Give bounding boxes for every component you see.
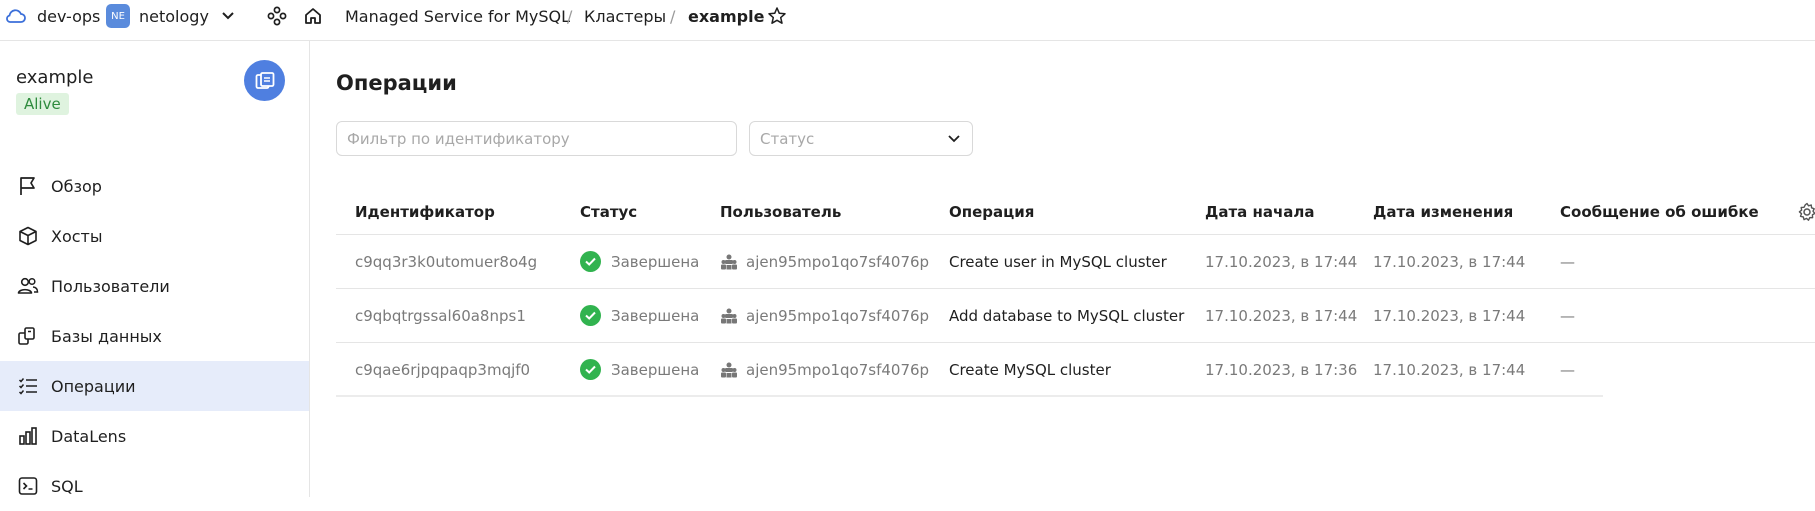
- modified-date: 17.10.2023, в 17:44: [1373, 306, 1526, 325]
- check-circle-icon: [580, 305, 601, 326]
- cloud-name[interactable]: dev-ops: [37, 0, 100, 32]
- operation-description: Create user in MySQL cluster: [949, 252, 1167, 271]
- status-cell: Завершена: [580, 235, 699, 288]
- sidebar-item-label: Обзор: [51, 176, 102, 196]
- start-date: 17.10.2023, в 17:36: [1205, 360, 1358, 379]
- star-icon[interactable]: [766, 0, 788, 32]
- org-badge[interactable]: NE: [106, 4, 130, 28]
- user-cell: ajen95mpo1qo7sf4076p: [720, 235, 929, 288]
- sidebar-item-label: SQL: [51, 476, 83, 496]
- status-select-placeholder: Статус: [760, 129, 815, 148]
- flag-icon: [16, 174, 40, 198]
- column-header-modified-date[interactable]: Дата изменения: [1373, 188, 1513, 235]
- breadcrumb-separator: /: [670, 6, 676, 26]
- status-text: Завершена: [611, 306, 700, 325]
- sidebar-item-hosts[interactable]: Хосты: [0, 211, 309, 261]
- chevron-down-icon: [946, 130, 962, 150]
- top-bar: dev-ops NE netology Managed Service for …: [0, 0, 1815, 41]
- sidebar-item-datalens[interactable]: DataLens: [0, 411, 309, 461]
- user-id[interactable]: ajen95mpo1qo7sf4076p: [746, 307, 929, 325]
- cluster-name: example: [16, 67, 94, 88]
- modified-date: 17.10.2023, в 17:44: [1373, 252, 1526, 271]
- table-row[interactable]: c9qbqtrgssal60a8nps1 Завершена ajen95mpo…: [336, 289, 1815, 343]
- cloud-icon[interactable]: [4, 0, 28, 32]
- status-badge: Alive: [16, 93, 69, 115]
- modified-date: 17.10.2023, в 17:44: [1373, 360, 1526, 379]
- status-text: Завершена: [611, 252, 700, 271]
- sidebar: example Alive Обзор Хосты Пользователи Б…: [0, 41, 310, 497]
- cube-icon: [16, 224, 40, 248]
- operation-description: Create MySQL cluster: [949, 360, 1111, 379]
- services-icon[interactable]: [266, 0, 288, 32]
- breadcrumb-current: example: [688, 6, 765, 26]
- terminal-icon: [16, 474, 40, 498]
- user-id[interactable]: ajen95mpo1qo7sf4076p: [746, 361, 929, 379]
- sidebar-item-label: DataLens: [51, 426, 127, 446]
- connect-icon: [255, 71, 274, 89]
- operation-id[interactable]: c9qbqtrgssal60a8nps1: [355, 289, 526, 342]
- column-header-operation[interactable]: Операция: [949, 188, 1034, 235]
- user-cell: ajen95mpo1qo7sf4076p: [720, 343, 929, 396]
- start-date: 17.10.2023, в 17:44: [1205, 306, 1358, 325]
- error-message: —: [1560, 360, 1575, 379]
- operations-list-icon: [16, 374, 40, 398]
- service-account-icon: [720, 361, 738, 379]
- column-header-id[interactable]: Идентификатор: [355, 188, 495, 235]
- operation-id[interactable]: c9qae6rjpqpaqp3mqjf0: [355, 343, 530, 396]
- sidebar-item-overview[interactable]: Обзор: [0, 161, 309, 211]
- status-select[interactable]: Статус: [749, 121, 973, 156]
- sidebar-item-users[interactable]: Пользователи: [0, 261, 309, 311]
- bar-chart-icon: [16, 424, 40, 448]
- page-title: Операции: [336, 71, 457, 95]
- error-message: —: [1560, 252, 1575, 271]
- table-row[interactable]: c9qq3r3k0utomuer8o4g Завершена ajen95mpo…: [336, 235, 1815, 289]
- sidebar-item-label: Пользователи: [51, 276, 170, 296]
- databases-icon: [16, 324, 40, 348]
- error-message: —: [1560, 306, 1575, 325]
- check-circle-icon: [580, 359, 601, 380]
- table-header: Идентификатор Статус Пользователь Операц…: [336, 188, 1815, 235]
- column-header-status[interactable]: Статус: [580, 188, 637, 235]
- sidebar-item-label: Базы данных: [51, 326, 162, 346]
- home-icon[interactable]: [302, 0, 324, 32]
- sidebar-item-operations[interactable]: Операции: [0, 361, 309, 411]
- status-cell: Завершена: [580, 289, 699, 342]
- column-header-user[interactable]: Пользователь: [720, 188, 841, 235]
- main-content: Операции Статус Идентификатор Статус Пол…: [311, 41, 1815, 497]
- sidebar-item-databases[interactable]: Базы данных: [0, 311, 309, 361]
- org-name[interactable]: netology: [139, 0, 209, 32]
- breadcrumb-separator: /: [567, 6, 573, 26]
- breadcrumb-clusters[interactable]: Кластеры: [584, 0, 666, 32]
- users-icon: [16, 274, 40, 298]
- connect-button[interactable]: [244, 60, 285, 101]
- operation-description: Add database to MySQL cluster: [949, 306, 1185, 325]
- status-cell: Завершена: [580, 343, 699, 396]
- check-circle-icon: [580, 251, 601, 272]
- service-account-icon: [720, 307, 738, 325]
- start-date: 17.10.2023, в 17:44: [1205, 252, 1358, 271]
- user-id[interactable]: ajen95mpo1qo7sf4076p: [746, 253, 929, 271]
- chevron-down-icon[interactable]: [217, 0, 239, 32]
- sidebar-item-label: Хосты: [51, 226, 103, 246]
- breadcrumb-service[interactable]: Managed Service for MySQL: [345, 0, 570, 32]
- gear-icon[interactable]: [1796, 201, 1815, 223]
- user-cell: ajen95mpo1qo7sf4076p: [720, 289, 929, 342]
- column-header-error-message[interactable]: Сообщение об ошибке: [1560, 188, 1759, 235]
- sidebar-item-label: Операции: [51, 376, 136, 396]
- operations-table: Идентификатор Статус Пользователь Операц…: [336, 188, 1815, 397]
- status-text: Завершена: [611, 360, 700, 379]
- id-filter-input[interactable]: [336, 121, 737, 156]
- operation-id[interactable]: c9qq3r3k0utomuer8o4g: [355, 235, 537, 288]
- table-row[interactable]: c9qae6rjpqpaqp3mqjf0 Завершена ajen95mpo…: [336, 343, 1603, 397]
- column-header-start-date[interactable]: Дата начала: [1205, 188, 1315, 235]
- service-account-icon: [720, 253, 738, 271]
- sidebar-item-sql[interactable]: SQL: [0, 461, 309, 511]
